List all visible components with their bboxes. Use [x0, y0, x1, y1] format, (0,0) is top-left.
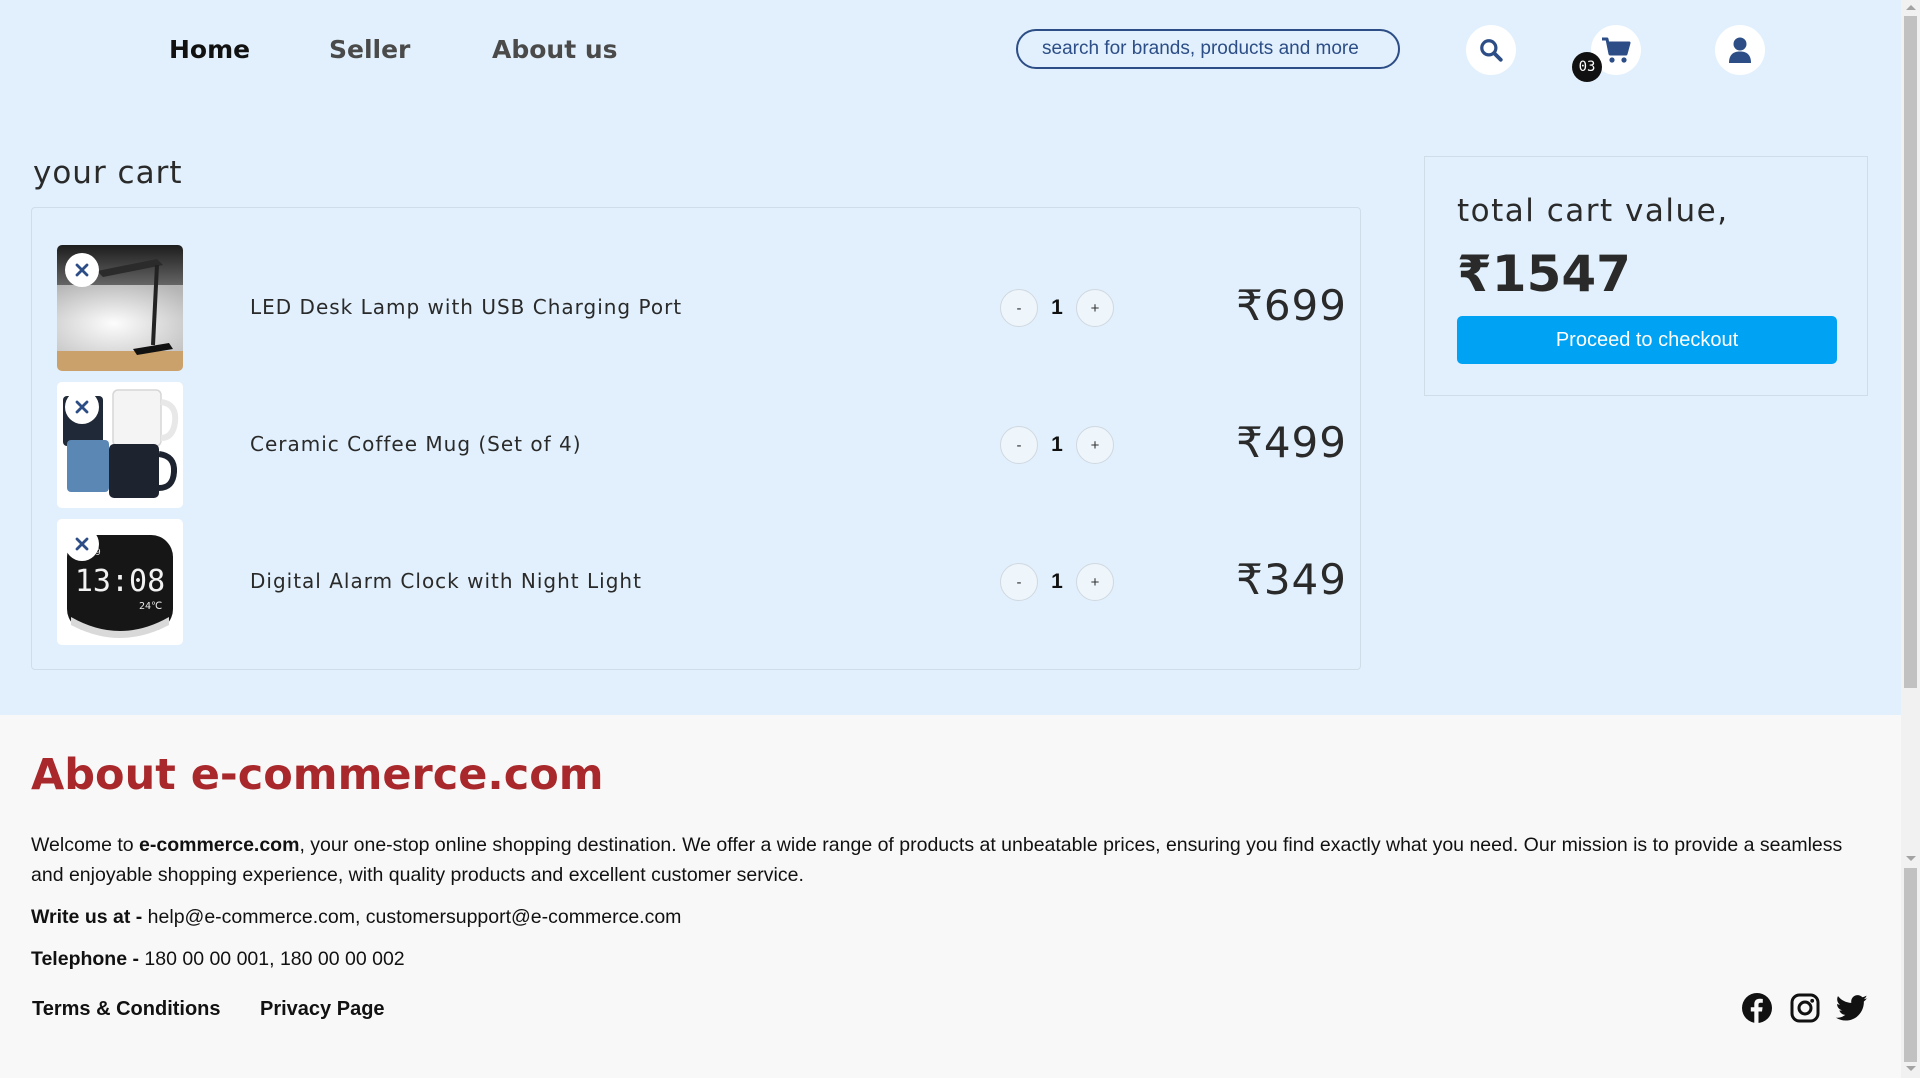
intro-prefix: Welcome to — [31, 834, 140, 856]
close-icon — [75, 537, 89, 551]
checkout-button[interactable]: Proceed to checkout — [1457, 316, 1837, 364]
quantity-stepper: - 1 + — [1000, 426, 1114, 464]
close-icon — [75, 263, 89, 277]
clock-time: 13:08 — [75, 564, 165, 599]
close-icon — [75, 400, 89, 414]
scroll-down-arrow-bottom[interactable] — [1906, 1066, 1916, 1071]
quantity-stepper: - 1 + — [1000, 289, 1114, 327]
email-addresses: help@e-commerce.com, customersupport@e-c… — [147, 906, 682, 928]
cart-title: your cart — [33, 155, 183, 191]
item-name: Digital Alarm Clock with Night Light — [250, 569, 642, 593]
facebook-icon[interactable] — [1741, 992, 1773, 1024]
decrease-qty-button[interactable]: - — [1000, 563, 1038, 601]
scroll-down-arrow[interactable] — [1906, 856, 1916, 861]
item-price: ₹499 — [1236, 418, 1347, 467]
item-name: LED Desk Lamp with USB Charging Port — [250, 295, 683, 319]
item-price: ₹349 — [1236, 555, 1347, 604]
decrease-qty-button[interactable]: - — [1000, 289, 1038, 327]
increase-qty-button[interactable]: + — [1076, 289, 1114, 327]
cart-items-list: LED Desk Lamp with USB Charging Port - 1… — [31, 207, 1361, 670]
contact-phone: Telephone - 180 00 00 001, 180 00 00 002 — [31, 948, 405, 971]
nav-home-link[interactable]: Home — [169, 35, 250, 64]
quantity-stepper: - 1 + — [1000, 563, 1114, 601]
scroll-up-arrow[interactable] — [1906, 5, 1916, 10]
remove-item-button[interactable] — [65, 527, 99, 561]
item-price: ₹699 — [1236, 281, 1347, 330]
cart-item: 28 9 13:08 24℃ Digital Alarm Clock with … — [57, 519, 1347, 645]
total-label: total cart value, — [1457, 193, 1729, 229]
cart-item: Ceramic Coffee Mug (Set of 4) - 1 + ₹499 — [57, 382, 1347, 508]
search-input[interactable] — [1016, 29, 1400, 69]
remove-item-button[interactable] — [65, 253, 99, 287]
total-value: ₹1547 — [1457, 245, 1631, 303]
phone-label: Telephone - — [31, 948, 145, 970]
item-quantity: 1 — [1051, 296, 1063, 319]
instagram-icon[interactable] — [1789, 992, 1821, 1024]
item-name: Ceramic Coffee Mug (Set of 4) — [250, 432, 582, 456]
remove-item-button[interactable] — [65, 390, 99, 424]
intro-text: , your one-stop online shopping destinat… — [31, 834, 1843, 886]
phone-numbers: 180 00 00 001, 180 00 00 002 — [144, 948, 405, 970]
clock-temp: 24℃ — [139, 601, 162, 612]
email-label: Write us at - — [31, 906, 148, 928]
terms-link[interactable]: Terms & Conditions — [32, 998, 221, 1021]
decrease-qty-button[interactable]: - — [1000, 426, 1038, 464]
cart-icon — [1602, 37, 1631, 63]
cart-item: LED Desk Lamp with USB Charging Port - 1… — [57, 245, 1347, 371]
cart-count-badge: 03 — [1572, 52, 1602, 82]
page-scrollbar[interactable] — [1901, 0, 1920, 1078]
nav-about-link[interactable]: About us — [492, 35, 618, 64]
brand-name: e-commerce.com — [139, 834, 300, 856]
cart-summary: total cart value, ₹1547 Proceed to check… — [1424, 156, 1868, 396]
user-icon — [1729, 37, 1751, 63]
contact-email: Write us at - help@e-commerce.com, custo… — [31, 906, 681, 929]
nav-seller-link[interactable]: Seller — [329, 35, 410, 64]
account-button[interactable] — [1715, 25, 1765, 75]
privacy-link[interactable]: Privacy Page — [260, 998, 385, 1021]
increase-qty-button[interactable]: + — [1076, 563, 1114, 601]
search-icon — [1480, 39, 1503, 62]
item-quantity: 1 — [1051, 433, 1063, 456]
about-title: About e-commerce.com — [31, 750, 604, 800]
twitter-icon[interactable] — [1835, 992, 1868, 1024]
scroll-thumb-lower[interactable] — [1904, 868, 1917, 1062]
scroll-thumb[interactable] — [1904, 16, 1917, 688]
about-description: Welcome to e-commerce.com, your one-stop… — [31, 830, 1861, 890]
search-button[interactable] — [1466, 25, 1516, 75]
increase-qty-button[interactable]: + — [1076, 426, 1114, 464]
item-quantity: 1 — [1051, 570, 1063, 593]
